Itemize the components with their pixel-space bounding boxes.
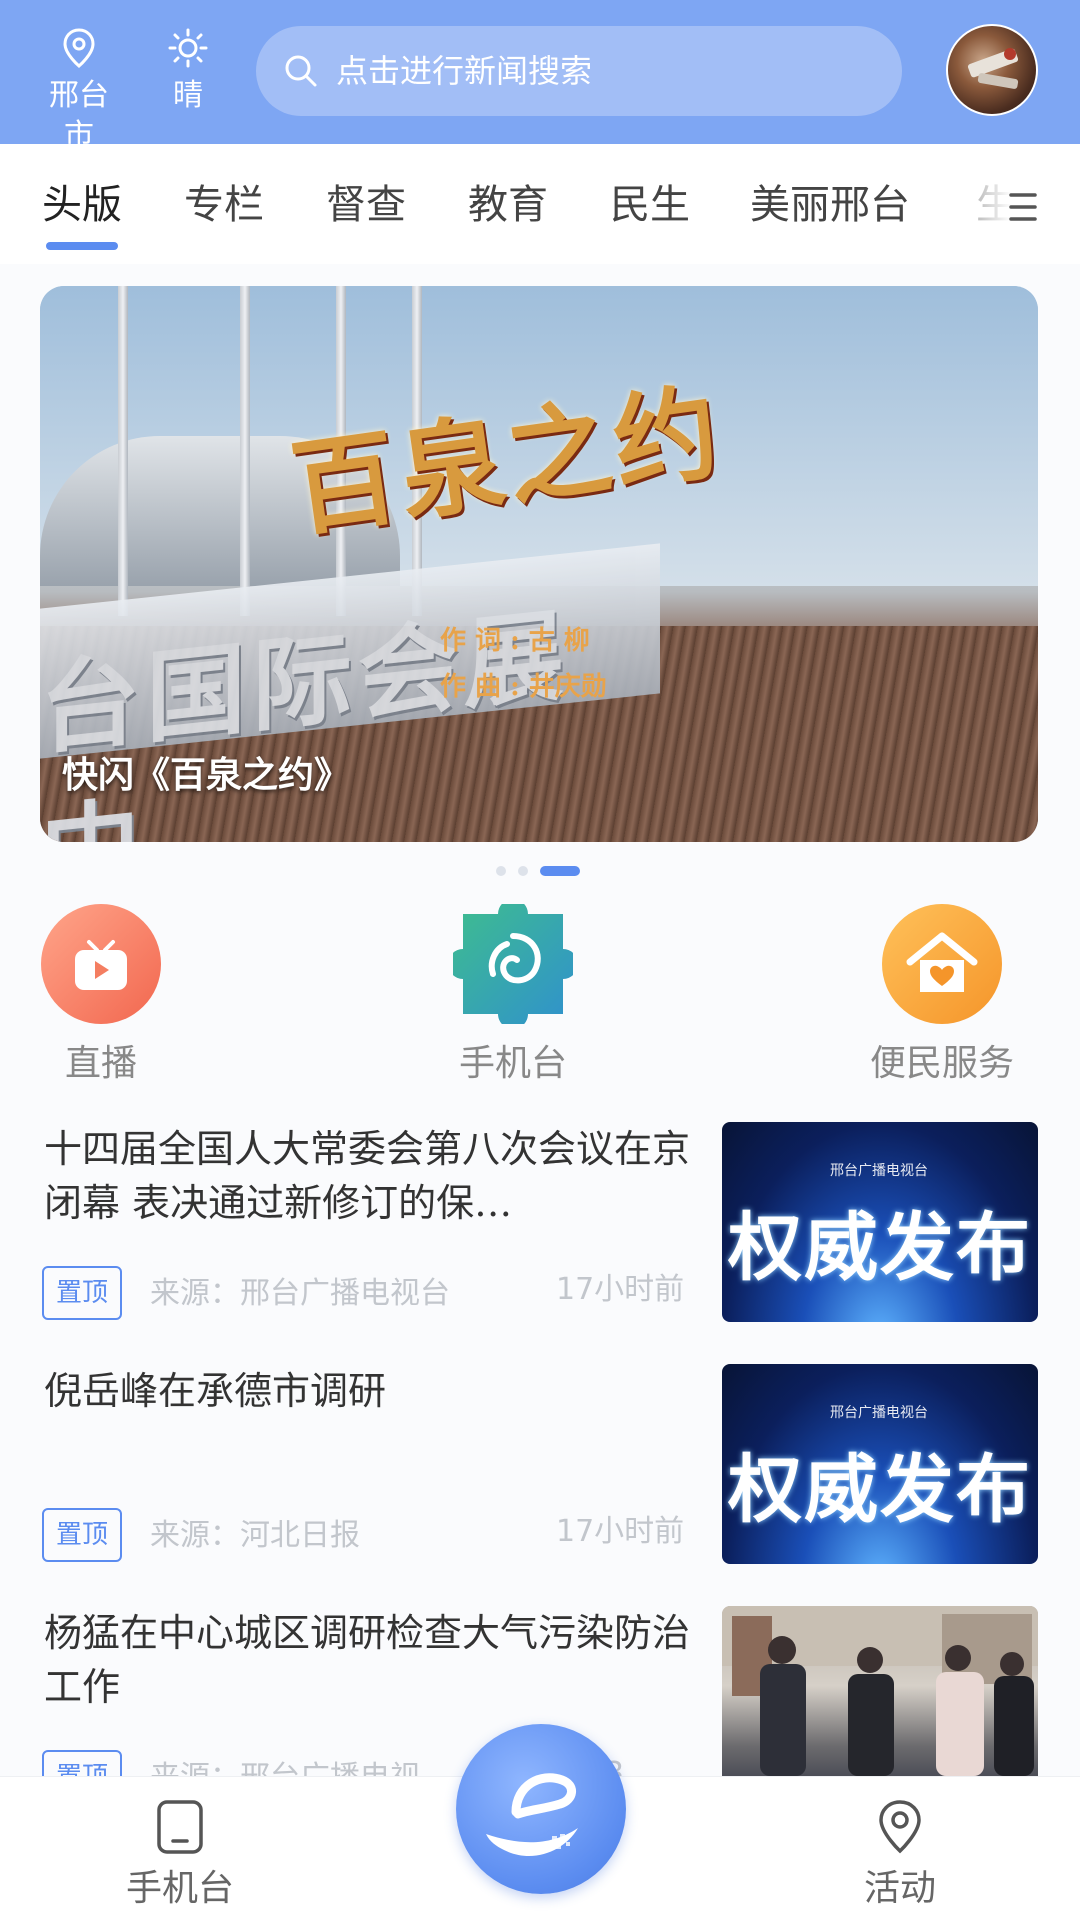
news-thumbnail: 邢台广播电视台 权威发布 xyxy=(722,1122,1038,1322)
news-title: 十四届全国人大常委会第八次会议在京闭幕 表决通过新修订的保… xyxy=(44,1127,691,1225)
news-source: 来源：河北日报 xyxy=(150,1518,360,1553)
tab-livelihood[interactable]: 民生 xyxy=(610,178,690,232)
quick-link-services-label: 便民服务 xyxy=(869,1043,1014,1084)
nav-mobile-tv[interactable]: 手机台 xyxy=(120,1799,240,1913)
carousel-dot[interactable] xyxy=(518,866,528,876)
news-item[interactable]: 十四届全国人大常委会第八次会议在京闭幕 表决通过新修订的保… 置顶 来源：邢台广… xyxy=(0,1122,1080,1364)
tv-play-icon xyxy=(41,904,161,1024)
quick-link-live-label: 直播 xyxy=(64,1043,137,1084)
tab-inspection[interactable]: 督查 xyxy=(326,178,406,232)
thumb-logo-text: 邢台广播电视台 xyxy=(830,1163,928,1179)
nav-activity[interactable]: 活动 xyxy=(840,1799,960,1913)
pinned-badge: 置顶 xyxy=(42,1508,122,1562)
quick-link-live[interactable]: 直播 xyxy=(40,904,162,1088)
location-pin-icon xyxy=(879,1800,921,1854)
pinned-badge: 置顶 xyxy=(42,1750,122,1776)
tab-headline[interactable]: 头版 xyxy=(42,178,122,232)
thumb-headline: 权威发布 xyxy=(728,1447,1032,1533)
top-header: 邢台市 晴 点击进行新闻搜索 xyxy=(0,0,1080,153)
quick-link-mobile-tv-label: 手机台 xyxy=(458,1043,567,1084)
thumb-logo-text: 邢台广播电视台 xyxy=(830,1405,928,1421)
e-logo-icon xyxy=(486,1773,578,1856)
news-thumbnail: 邢台广播电视台 权威发布 xyxy=(722,1364,1038,1564)
location-button[interactable]: 邢台市 xyxy=(40,28,118,156)
search-bar[interactable]: 点击进行新闻搜索 xyxy=(256,26,902,116)
tab-education[interactable]: 教育 xyxy=(468,178,548,232)
banner-carousel[interactable]: 台国际会展中 百泉之约 作 词 : 古 柳 作 曲 : 井庆勋 快闪《百泉之约》 xyxy=(40,286,1038,842)
nav-activity-label: 活动 xyxy=(863,1868,936,1909)
thumb-headline: 权威发布 xyxy=(728,1205,1032,1291)
swirl-logo-icon xyxy=(448,899,578,1029)
flag-pole xyxy=(240,286,250,616)
search-icon xyxy=(285,55,317,87)
search-placeholder: 点击进行新闻搜索 xyxy=(336,52,593,90)
home-heart-icon xyxy=(882,904,1002,1024)
category-tabs: 头版 专栏 督查 教育 民生 美丽邢台 生 xyxy=(0,144,1080,264)
news-photo xyxy=(722,1606,1038,1776)
news-item[interactable]: 倪岳峰在承德市调研 置顶 来源：河北日报 17小时前 邢台广播电视台 权威发布 xyxy=(0,1364,1080,1606)
banner-lyricist: 作 词 : 古 柳 xyxy=(440,626,590,656)
news-source: 来源：邢台广播电视台 xyxy=(150,1276,450,1311)
location-pin-icon xyxy=(63,28,95,68)
flag-pole xyxy=(118,286,128,616)
carousel-dot[interactable] xyxy=(496,866,506,876)
news-title: 杨猛在中心城区调研检查大气污染防治工作 xyxy=(44,1611,691,1709)
user-avatar[interactable] xyxy=(946,24,1038,116)
carousel-dot-active[interactable] xyxy=(540,866,580,876)
menu-icon[interactable] xyxy=(1008,190,1038,224)
pinned-badge: 置顶 xyxy=(42,1266,122,1320)
news-title: 倪岳峰在承德市调研 xyxy=(44,1369,387,1413)
news-time: 17小时前 xyxy=(556,1272,685,1307)
tab-column[interactable]: 专栏 xyxy=(184,178,264,232)
tab-beautiful-xingtai[interactable]: 美丽邢台 xyxy=(750,178,910,232)
news-time: 17小时前 xyxy=(556,1514,685,1549)
avatar-photo xyxy=(967,48,1019,89)
nav-mobile-tv-label: 手机台 xyxy=(125,1868,234,1909)
active-tab-indicator xyxy=(46,242,118,250)
news-source: 来源：邢台广播电视 xyxy=(150,1758,420,1776)
phone-icon xyxy=(157,1800,203,1854)
sun-icon xyxy=(168,28,208,68)
quick-link-services[interactable]: 便民服务 xyxy=(862,904,1022,1088)
banner-composer: 作 曲 : 井庆勋 xyxy=(440,672,607,702)
news-thumbnail xyxy=(722,1606,1038,1776)
weather-widget[interactable]: 晴 xyxy=(158,28,218,116)
weather-label: 晴 xyxy=(173,78,203,113)
home-fab-button[interactable] xyxy=(456,1724,626,1894)
banner-caption: 快闪《百泉之约》 xyxy=(62,755,351,796)
quick-link-mobile-tv[interactable]: 手机台 xyxy=(448,899,578,1088)
